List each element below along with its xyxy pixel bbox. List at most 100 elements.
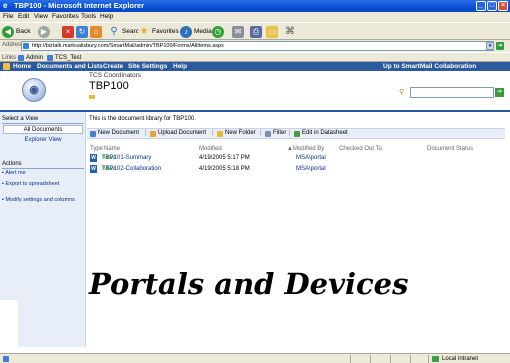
column-modified-by[interactable]: ▲Modified By: [287, 146, 324, 152]
link-tcs-test-icon: [47, 55, 53, 61]
nav-documents-and-lists[interactable]: Documents and Lists: [37, 63, 103, 71]
new-badge: ! NEW: [102, 155, 116, 161]
datasheet-icon: [294, 131, 300, 137]
media-icon: ♪: [180, 25, 192, 38]
actions-heading: Actions: [2, 161, 22, 167]
nav-up-link[interactable]: Up to SmartMail Collaboration: [383, 63, 476, 71]
status-bar: Local intranet: [0, 353, 510, 363]
modified-by[interactable]: MSA\portal: [296, 165, 326, 173]
divider: [410, 355, 411, 363]
column-checked-out-to[interactable]: Checked Out To: [339, 146, 382, 152]
action-modify-label: Modify settings and columns: [5, 197, 75, 203]
search-input[interactable]: [410, 87, 494, 98]
upload-document-button[interactable]: Upload Document: [158, 129, 206, 138]
minimize-button[interactable]: _: [476, 1, 486, 11]
site-search: ⚲ ➔: [399, 87, 505, 98]
back-label: Back: [16, 28, 31, 35]
filter-button[interactable]: Filter: [273, 129, 286, 138]
window-title: TBP100 - Microsoft Internet Explorer: [14, 1, 145, 10]
new-document-button[interactable]: New Document: [98, 129, 139, 138]
menu-help[interactable]: Help: [100, 13, 113, 21]
page-status-icon: [3, 356, 9, 362]
discuss-icon: ⌘: [284, 25, 296, 38]
back-arrow-icon: ◀: [2, 25, 14, 38]
site-logo-icon: ◉: [22, 78, 46, 102]
word-document-icon: W: [90, 154, 97, 162]
standard-toolbar: ◀ Back ▶ × ↻ ⌂ ⚲ Search ★ Favorites ♪ Me…: [0, 22, 510, 40]
folder-icon: [89, 95, 95, 99]
action-alert-me[interactable]: ▪ Alert me: [2, 170, 82, 177]
discuss-button[interactable]: ⌘: [284, 25, 298, 38]
link-admin[interactable]: Admin: [26, 54, 43, 62]
go-arrow-icon: ➔: [496, 42, 504, 50]
new-document-icon: [90, 131, 96, 137]
edit-button[interactable]: ▭: [266, 25, 280, 38]
divider: [370, 355, 371, 363]
back-button[interactable]: ◀ Back: [2, 25, 30, 38]
stop-button[interactable]: ×: [62, 25, 76, 38]
blank-area: [0, 300, 18, 350]
new-folder-button[interactable]: New Folder: [225, 129, 256, 138]
menu-bar: File Edit View Favorites Tools Help: [0, 12, 510, 22]
menu-edit[interactable]: Edit: [18, 13, 29, 21]
divider: [2, 123, 84, 124]
mail-button[interactable]: ✉: [232, 25, 246, 38]
links-bar: Links Admin TCS_Test: [0, 52, 510, 62]
nav-help[interactable]: Help: [173, 63, 187, 71]
security-zone: Local intranet: [442, 356, 479, 362]
column-type[interactable]: Type: [90, 146, 103, 152]
column-name[interactable]: Name: [104, 146, 120, 152]
address-input[interactable]: http://biztalk.marksalisbury.com/SmartMa…: [21, 41, 494, 51]
column-modified[interactable]: Modified: [199, 146, 222, 152]
address-dropdown-icon[interactable]: ▾: [486, 42, 494, 50]
stop-icon: ×: [62, 25, 74, 38]
library-description: This is the document library for TBP100.: [89, 116, 196, 122]
divider: [428, 355, 429, 363]
window-titlebar: e TBP100 - Microsoft Internet Explorer _…: [0, 0, 510, 12]
menu-view[interactable]: View: [34, 13, 48, 21]
link-tcs-test[interactable]: TCS_Test: [55, 54, 81, 62]
table-row: W TBP102-Collaboration ! NEW 4/19/2005 5:…: [87, 165, 505, 175]
action-export-spreadsheet[interactable]: ▪ Export to spreadsheet: [2, 181, 82, 188]
view-all-documents[interactable]: All Documents: [3, 125, 83, 134]
refresh-button[interactable]: ↻: [76, 25, 90, 38]
links-label: Links: [2, 55, 17, 61]
forward-button[interactable]: ▶: [38, 25, 52, 38]
divider: [350, 355, 351, 363]
history-icon: ◷: [212, 25, 224, 38]
go-button[interactable]: ➔ Go: [496, 41, 510, 59]
close-button[interactable]: ×: [498, 1, 508, 11]
intranet-zone-icon: [432, 356, 439, 362]
refresh-icon: ↻: [76, 25, 88, 38]
modified-by[interactable]: MSA\portal: [296, 154, 326, 162]
menu-tools[interactable]: Tools: [81, 13, 96, 21]
view-explorer[interactable]: Explorer View: [3, 136, 83, 145]
divider: [2, 168, 84, 169]
edit-in-datasheet-button[interactable]: Edit in Datasheet: [302, 129, 348, 138]
nav-home[interactable]: Home: [13, 63, 31, 71]
nav-create[interactable]: Create: [103, 63, 123, 71]
column-document-status[interactable]: Document Status: [427, 146, 473, 152]
slide-caption: Portals and Devices: [89, 267, 409, 301]
search-icon: ⚲: [399, 89, 405, 96]
action-modify-settings[interactable]: ▪ Modify settings and columns: [2, 197, 82, 204]
table-row: W TBP101-Summary ! NEW 4/19/2005 5:17 PM …: [87, 154, 505, 164]
library-toolbar: New Document | Upload Document | New Fol…: [87, 128, 505, 139]
menu-favorites[interactable]: Favorites: [52, 13, 79, 21]
maximize-button[interactable]: □: [487, 1, 497, 11]
site-subtitle[interactable]: TCS Coordinators: [89, 72, 141, 79]
nav-site-settings[interactable]: Site Settings: [128, 63, 167, 71]
favorites-button[interactable]: ★ Favorites: [138, 25, 179, 38]
home-button[interactable]: ⌂: [90, 25, 104, 38]
history-button[interactable]: ◷: [212, 25, 226, 38]
print-button[interactable]: ⎙: [250, 25, 264, 38]
column-modified-by-label: Modified By: [292, 146, 325, 152]
action-alert-me-label: Alert me: [5, 170, 26, 176]
media-button[interactable]: ♪ Media: [180, 25, 212, 38]
address-bar: Address http://biztalk.marksalisbury.com…: [0, 40, 510, 59]
link-admin-icon: [18, 55, 24, 61]
search-go-button[interactable]: ➔: [495, 88, 504, 97]
divider: [390, 355, 391, 363]
sharepoint-logo-icon: [3, 63, 10, 70]
menu-file[interactable]: File: [3, 13, 13, 21]
